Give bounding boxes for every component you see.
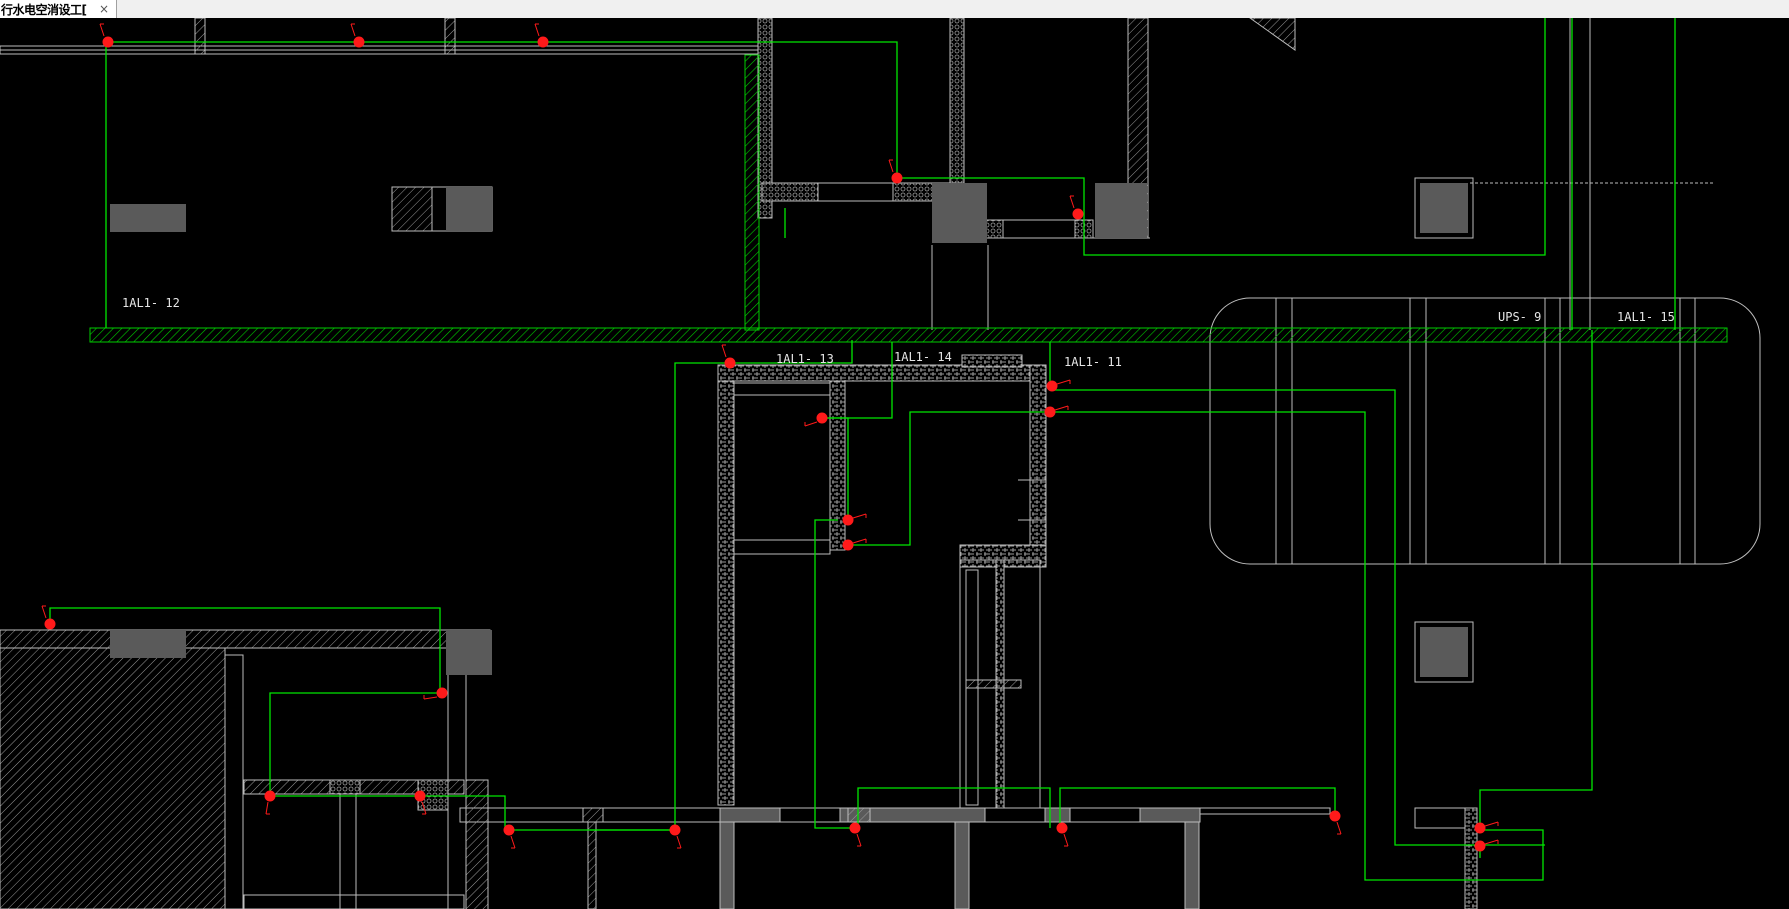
canvas-background: [0, 18, 1789, 909]
light-fixture: [44, 618, 56, 630]
circuit-label-ups9: UPS- 9: [1498, 310, 1541, 324]
circuit-label-14: 1AL1- 14: [894, 350, 952, 364]
light-fixture: [669, 824, 681, 836]
document-tab-title: 行水电空消设工[: [1, 2, 87, 17]
circuit-label-13: 1AL1- 13: [776, 352, 834, 366]
circuit-label-15: 1AL1- 15: [1617, 310, 1675, 324]
light-fixture: [414, 790, 426, 802]
light-fixture: [842, 514, 854, 526]
light-fixture: [891, 172, 903, 184]
cad-drawing-canvas[interactable]: 1AL1- 12 1AL1- 13 1AL1- 14 1AL1- 11 UPS-…: [0, 18, 1789, 909]
light-fixture: [842, 539, 854, 551]
document-tab[interactable]: 行水电空消设工[ ×: [0, 0, 117, 18]
circuit-label-12: 1AL1- 12: [122, 296, 180, 310]
light-fixture: [1044, 406, 1056, 418]
light-fixture: [1056, 822, 1068, 834]
light-fixture: [816, 412, 828, 424]
circuit-label-11: 1AL1- 11: [1064, 355, 1122, 369]
light-fixture: [436, 687, 448, 699]
document-tab-bar: 行水电空消设工[ ×: [0, 0, 1789, 19]
light-fixture: [1072, 208, 1084, 220]
light-fixture: [537, 36, 549, 48]
light-fixture: [102, 36, 114, 48]
light-fixture: [1046, 380, 1058, 392]
light-fixture: [1329, 810, 1341, 822]
light-fixture: [1474, 822, 1486, 834]
light-fixture: [503, 824, 515, 836]
close-tab-icon[interactable]: ×: [99, 0, 109, 18]
light-fixture: [353, 36, 365, 48]
light-fixture: [724, 357, 736, 369]
light-fixture: [1474, 840, 1486, 852]
light-fixture: [849, 822, 861, 834]
light-fixture: [264, 790, 276, 802]
